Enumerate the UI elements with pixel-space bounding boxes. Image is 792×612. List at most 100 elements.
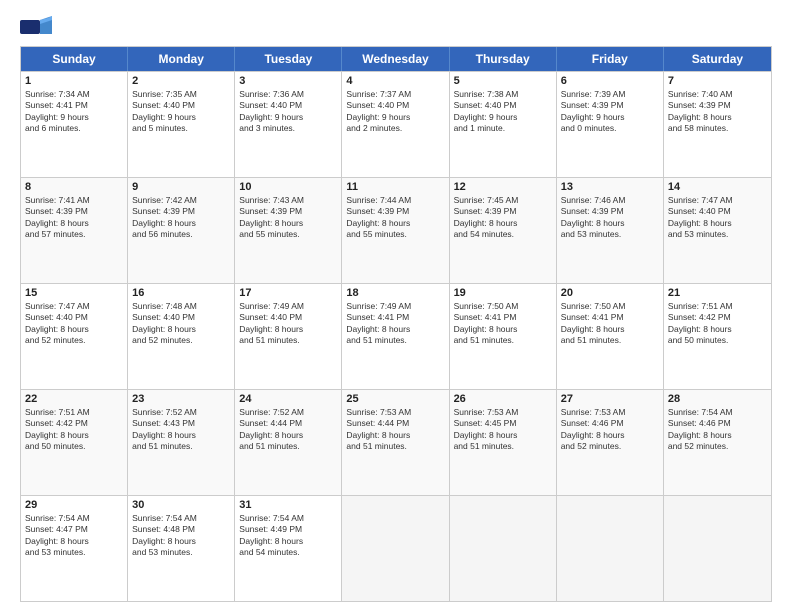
day-number: 29 xyxy=(25,499,123,511)
day-info: Sunrise: 7:50 AM Sunset: 4:41 PM Dayligh… xyxy=(561,301,659,347)
day-number: 7 xyxy=(668,75,767,87)
day-number: 30 xyxy=(132,499,230,511)
calendar-day-29: 29 Sunrise: 7:54 AM Sunset: 4:47 PM Dayli… xyxy=(21,496,128,601)
day-info: Sunrise: 7:54 AM Sunset: 4:46 PM Dayligh… xyxy=(668,407,767,453)
day-number: 5 xyxy=(454,75,552,87)
day-info: Sunrise: 7:45 AM Sunset: 4:39 PM Dayligh… xyxy=(454,195,552,241)
weekday-header-wednesday: Wednesday xyxy=(342,47,449,71)
calendar-day-11: 11 Sunrise: 7:44 AM Sunset: 4:39 PM Dayli… xyxy=(342,178,449,283)
calendar-day-7: 7Sunrise: 7:40 AM Sunset: 4:39 PM Daylig… xyxy=(664,72,771,177)
day-info: Sunrise: 7:35 AM Sunset: 4:40 PM Dayligh… xyxy=(132,89,230,135)
calendar-week-2: 8 Sunrise: 7:41 AM Sunset: 4:39 PM Daylig… xyxy=(21,177,771,283)
day-number: 24 xyxy=(239,393,337,405)
day-number: 12 xyxy=(454,181,552,193)
day-info: Sunrise: 7:54 AM Sunset: 4:47 PM Dayligh… xyxy=(25,513,123,559)
day-info: Sunrise: 7:39 AM Sunset: 4:39 PM Dayligh… xyxy=(561,89,659,135)
day-info: Sunrise: 7:49 AM Sunset: 4:41 PM Dayligh… xyxy=(346,301,444,347)
calendar-day-20: 20 Sunrise: 7:50 AM Sunset: 4:41 PM Dayli… xyxy=(557,284,664,389)
calendar-day-6: 6 Sunrise: 7:39 AM Sunset: 4:39 PM Daylig… xyxy=(557,72,664,177)
day-number: 11 xyxy=(346,181,444,193)
calendar-body: 1 Sunrise: 7:34 AM Sunset: 4:41 PM Daylig… xyxy=(21,71,771,601)
day-info: Sunrise: 7:46 AM Sunset: 4:39 PM Dayligh… xyxy=(561,195,659,241)
calendar-day-empty xyxy=(557,496,664,601)
day-number: 3 xyxy=(239,75,337,87)
day-number: 15 xyxy=(25,287,123,299)
day-number: 22 xyxy=(25,393,123,405)
day-info: Sunrise: 7:54 AM Sunset: 4:48 PM Dayligh… xyxy=(132,513,230,559)
calendar-day-1: 1 Sunrise: 7:34 AM Sunset: 4:41 PM Daylig… xyxy=(21,72,128,177)
day-info: Sunrise: 7:54 AM Sunset: 4:49 PM Dayligh… xyxy=(239,513,337,559)
calendar-day-empty xyxy=(342,496,449,601)
calendar-day-28: 28Sunrise: 7:54 AM Sunset: 4:46 PM Dayli… xyxy=(664,390,771,495)
day-number: 25 xyxy=(346,393,444,405)
day-info: Sunrise: 7:44 AM Sunset: 4:39 PM Dayligh… xyxy=(346,195,444,241)
calendar-day-15: 15 Sunrise: 7:47 AM Sunset: 4:40 PM Dayli… xyxy=(21,284,128,389)
day-info: Sunrise: 7:41 AM Sunset: 4:39 PM Dayligh… xyxy=(25,195,123,241)
day-info: Sunrise: 7:42 AM Sunset: 4:39 PM Dayligh… xyxy=(132,195,230,241)
day-number: 26 xyxy=(454,393,552,405)
calendar-day-14: 14Sunrise: 7:47 AM Sunset: 4:40 PM Dayli… xyxy=(664,178,771,283)
calendar-week-1: 1 Sunrise: 7:34 AM Sunset: 4:41 PM Daylig… xyxy=(21,71,771,177)
calendar-day-26: 26 Sunrise: 7:53 AM Sunset: 4:45 PM Dayli… xyxy=(450,390,557,495)
day-info: Sunrise: 7:53 AM Sunset: 4:45 PM Dayligh… xyxy=(454,407,552,453)
day-number: 21 xyxy=(668,287,767,299)
day-info: Sunrise: 7:36 AM Sunset: 4:40 PM Dayligh… xyxy=(239,89,337,135)
calendar-week-5: 29 Sunrise: 7:54 AM Sunset: 4:47 PM Dayli… xyxy=(21,495,771,601)
calendar-day-3: 3 Sunrise: 7:36 AM Sunset: 4:40 PM Daylig… xyxy=(235,72,342,177)
calendar-day-2: 2Sunrise: 7:35 AM Sunset: 4:40 PM Daylig… xyxy=(128,72,235,177)
day-number: 17 xyxy=(239,287,337,299)
calendar-day-23: 23 Sunrise: 7:52 AM Sunset: 4:43 PM Dayli… xyxy=(128,390,235,495)
day-number: 6 xyxy=(561,75,659,87)
calendar-day-19: 19Sunrise: 7:50 AM Sunset: 4:41 PM Dayli… xyxy=(450,284,557,389)
header xyxy=(20,16,772,38)
day-number: 20 xyxy=(561,287,659,299)
day-number: 31 xyxy=(239,499,337,511)
day-info: Sunrise: 7:37 AM Sunset: 4:40 PM Dayligh… xyxy=(346,89,444,135)
day-number: 4 xyxy=(346,75,444,87)
calendar-week-3: 15 Sunrise: 7:47 AM Sunset: 4:40 PM Dayli… xyxy=(21,283,771,389)
day-number: 23 xyxy=(132,393,230,405)
day-info: Sunrise: 7:53 AM Sunset: 4:46 PM Dayligh… xyxy=(561,407,659,453)
calendar-day-27: 27 Sunrise: 7:53 AM Sunset: 4:46 PM Dayli… xyxy=(557,390,664,495)
day-info: Sunrise: 7:51 AM Sunset: 4:42 PM Dayligh… xyxy=(668,301,767,347)
calendar-header: SundayMondayTuesdayWednesdayThursdayFrid… xyxy=(21,47,771,71)
calendar-day-31: 31 Sunrise: 7:54 AM Sunset: 4:49 PM Dayli… xyxy=(235,496,342,601)
calendar-day-13: 13Sunrise: 7:46 AM Sunset: 4:39 PM Dayli… xyxy=(557,178,664,283)
day-info: Sunrise: 7:38 AM Sunset: 4:40 PM Dayligh… xyxy=(454,89,552,135)
day-number: 27 xyxy=(561,393,659,405)
calendar-day-8: 8 Sunrise: 7:41 AM Sunset: 4:39 PM Daylig… xyxy=(21,178,128,283)
weekday-header-thursday: Thursday xyxy=(450,47,557,71)
day-number: 18 xyxy=(346,287,444,299)
calendar-day-17: 17 Sunrise: 7:49 AM Sunset: 4:40 PM Dayli… xyxy=(235,284,342,389)
calendar-day-empty xyxy=(664,496,771,601)
calendar-day-21: 21 Sunrise: 7:51 AM Sunset: 4:42 PM Dayli… xyxy=(664,284,771,389)
calendar-day-24: 24 Sunrise: 7:52 AM Sunset: 4:44 PM Dayli… xyxy=(235,390,342,495)
weekday-header-tuesday: Tuesday xyxy=(235,47,342,71)
day-number: 19 xyxy=(454,287,552,299)
weekday-header-friday: Friday xyxy=(557,47,664,71)
weekday-header-monday: Monday xyxy=(128,47,235,71)
day-number: 16 xyxy=(132,287,230,299)
calendar-day-22: 22 Sunrise: 7:51 AM Sunset: 4:42 PM Dayli… xyxy=(21,390,128,495)
day-info: Sunrise: 7:47 AM Sunset: 4:40 PM Dayligh… xyxy=(25,301,123,347)
calendar-day-9: 9 Sunrise: 7:42 AM Sunset: 4:39 PM Daylig… xyxy=(128,178,235,283)
day-info: Sunrise: 7:34 AM Sunset: 4:41 PM Dayligh… xyxy=(25,89,123,135)
day-info: Sunrise: 7:52 AM Sunset: 4:44 PM Dayligh… xyxy=(239,407,337,453)
calendar-day-18: 18 Sunrise: 7:49 AM Sunset: 4:41 PM Dayli… xyxy=(342,284,449,389)
day-number: 14 xyxy=(668,181,767,193)
day-info: Sunrise: 7:52 AM Sunset: 4:43 PM Dayligh… xyxy=(132,407,230,453)
calendar-week-4: 22 Sunrise: 7:51 AM Sunset: 4:42 PM Dayli… xyxy=(21,389,771,495)
calendar-day-16: 16 Sunrise: 7:48 AM Sunset: 4:40 PM Dayli… xyxy=(128,284,235,389)
weekday-header-sunday: Sunday xyxy=(21,47,128,71)
day-info: Sunrise: 7:51 AM Sunset: 4:42 PM Dayligh… xyxy=(25,407,123,453)
day-info: Sunrise: 7:48 AM Sunset: 4:40 PM Dayligh… xyxy=(132,301,230,347)
day-info: Sunrise: 7:49 AM Sunset: 4:40 PM Dayligh… xyxy=(239,301,337,347)
day-number: 10 xyxy=(239,181,337,193)
calendar-day-30: 30 Sunrise: 7:54 AM Sunset: 4:48 PM Dayli… xyxy=(128,496,235,601)
day-number: 1 xyxy=(25,75,123,87)
day-number: 9 xyxy=(132,181,230,193)
calendar-day-10: 10Sunrise: 7:43 AM Sunset: 4:39 PM Dayli… xyxy=(235,178,342,283)
day-number: 8 xyxy=(25,181,123,193)
page: SundayMondayTuesdayWednesdayThursdayFrid… xyxy=(0,0,792,612)
calendar-day-25: 25Sunrise: 7:53 AM Sunset: 4:44 PM Dayli… xyxy=(342,390,449,495)
